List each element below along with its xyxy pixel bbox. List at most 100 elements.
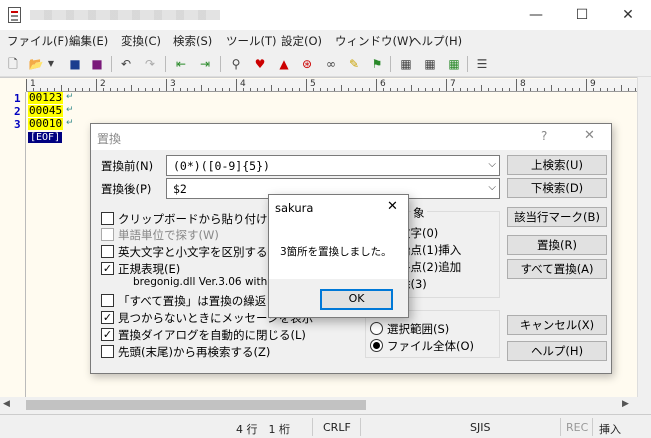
chevron-down-icon[interactable]: ⌵: [488, 182, 496, 193]
search-down-button[interactable]: 下検索(D): [507, 178, 607, 198]
ruler-tick: [397, 88, 398, 91]
save-all-icon[interactable]: ■: [88, 55, 106, 73]
grep-replace-icon[interactable]: ⚑: [368, 55, 386, 73]
ruler-tick: [516, 79, 517, 91]
close-button[interactable]: ✕: [605, 0, 651, 30]
mark-lines-button[interactable]: 該当行マーク(B): [507, 207, 607, 227]
scope-selection-radio[interactable]: [370, 322, 383, 335]
new-file-icon[interactable]: 🗋: [4, 55, 22, 73]
line-number: 3: [14, 118, 21, 131]
eol-mark: ↵: [66, 105, 74, 115]
menu-edit[interactable]: 編集(E): [69, 33, 108, 49]
eol-mark: ↵: [66, 92, 74, 102]
ruler-tick: [509, 88, 510, 91]
undo-icon[interactable]: ↶: [117, 55, 135, 73]
menu-search[interactable]: 検索(S): [173, 33, 212, 49]
outline-icon[interactable]: ☰: [473, 55, 491, 73]
horizontal-scroll-thumb[interactable]: [26, 400, 366, 410]
toolbar: 🗋 📂 ▼ ■ ■ ↶ ↷ ⇤ ⇥ ⚲ ♥ ▲ ⊛ ∞ ✎ ⚑ ▦ ▦ ▦ ☰: [0, 51, 651, 77]
ruler-tick: [537, 88, 538, 91]
ruler-tick: [572, 88, 573, 91]
search-up-icon[interactable]: ▲: [275, 55, 293, 73]
ruler-tick: [152, 88, 153, 91]
eol-type[interactable]: CRLF: [323, 421, 351, 434]
replace-all-repeat-checkbox[interactable]: [101, 294, 114, 307]
message-box-close-icon[interactable]: ✕: [387, 199, 398, 214]
replace-all-button[interactable]: すべて置換(A): [507, 259, 607, 279]
menu-help[interactable]: ヘルプ(H): [410, 33, 462, 49]
ruler-tick: [215, 88, 216, 91]
maximize-button[interactable]: ☐: [559, 0, 605, 30]
replace-icon[interactable]: ⊛: [298, 55, 316, 73]
ruler-tick: [418, 88, 419, 91]
search-icon[interactable]: ⚲: [227, 55, 245, 73]
jump-forward-icon[interactable]: ⇥: [196, 55, 214, 73]
code-line[interactable]: 00010: [28, 118, 64, 130]
jump-back-icon[interactable]: ⇤: [172, 55, 190, 73]
dialog-close-icon[interactable]: ✕: [584, 128, 595, 143]
find-input[interactable]: (0*)([0-9]{5}) ⌵: [166, 155, 500, 176]
menu-tools[interactable]: ツール(T): [226, 33, 277, 49]
help-button[interactable]: ヘルプ(H): [507, 341, 607, 361]
search-down-icon[interactable]: ♥: [251, 55, 269, 73]
menu-bar: ファイル(F) 編集(E) 変換(C) 検索(S) ツール(T) 設定(O) ウ…: [0, 30, 651, 51]
scroll-right-icon[interactable]: ▶: [622, 399, 629, 409]
ruler-number: 3: [170, 79, 176, 89]
save-icon[interactable]: ■: [66, 55, 84, 73]
search-up-button[interactable]: 上検索(U): [507, 155, 607, 175]
ruler-number: 8: [520, 79, 526, 89]
menu-settings[interactable]: 設定(O): [281, 33, 322, 49]
code-line[interactable]: 00123: [28, 92, 64, 104]
ruler-tick: [292, 88, 293, 91]
menu-window[interactable]: ウィンドウ(W): [335, 33, 413, 49]
ruler-tick: [229, 88, 230, 91]
ruler-tick: [208, 88, 209, 91]
not-found-msg-checkbox[interactable]: ✓: [101, 311, 114, 324]
ruler-number: 4: [240, 79, 246, 89]
word-checkbox[interactable]: [101, 228, 114, 241]
grep-icon[interactable]: ✎: [345, 55, 363, 73]
ruler-tick: [425, 88, 426, 91]
redo-icon[interactable]: ↷: [141, 55, 159, 73]
help-icon[interactable]: ?: [541, 129, 547, 143]
cancel-button[interactable]: キャンセル(X): [507, 315, 607, 335]
replace-button[interactable]: 置換(R): [507, 235, 607, 255]
ruler-number: 6: [380, 79, 386, 89]
scope-file-radio[interactable]: [370, 339, 383, 352]
ruler-tick: [390, 88, 391, 91]
insert-mode[interactable]: 挿入: [599, 421, 621, 437]
ruler-tick: [446, 79, 447, 91]
wrap-search-checkbox[interactable]: [101, 345, 114, 358]
dropdown-icon[interactable]: ▼: [46, 55, 56, 73]
menu-convert[interactable]: 変換(C): [121, 33, 161, 49]
menu-file[interactable]: ファイル(F): [7, 33, 69, 49]
tool-3-icon[interactable]: ▦: [445, 55, 463, 73]
ruler-tick: [635, 88, 636, 91]
minimize-button[interactable]: —: [513, 0, 559, 30]
ruler-tick: [558, 88, 559, 91]
bookmark-icon[interactable]: ∞: [322, 55, 340, 73]
case-checkbox[interactable]: [101, 245, 114, 258]
chevron-down-icon[interactable]: ⌵: [488, 159, 496, 170]
ruler-tick: [348, 88, 349, 91]
ruler-tick: [201, 85, 202, 91]
ruler-number: 5: [310, 79, 316, 89]
ok-button[interactable]: OK: [320, 289, 393, 310]
code-line[interactable]: 00045: [28, 105, 64, 117]
tool-1-icon[interactable]: ▦: [397, 55, 415, 73]
regex-checkbox[interactable]: ✓: [101, 262, 114, 275]
clipboard-checkbox[interactable]: [101, 212, 114, 225]
auto-close-checkbox[interactable]: ✓: [101, 328, 114, 341]
ruler-tick: [600, 88, 601, 91]
tool-2-icon[interactable]: ▦: [421, 55, 439, 73]
ruler-tick: [306, 79, 307, 91]
app-icon: [8, 7, 21, 23]
open-file-icon[interactable]: 📂: [27, 55, 45, 73]
scroll-left-icon[interactable]: ◀: [3, 399, 10, 409]
encoding[interactable]: SJIS: [470, 421, 490, 434]
ruler-number: 1: [30, 79, 36, 89]
vertical-scrollbar[interactable]: [637, 77, 651, 397]
ruler-tick: [355, 88, 356, 91]
ruler-tick: [166, 79, 167, 91]
ruler-tick: [369, 88, 370, 91]
